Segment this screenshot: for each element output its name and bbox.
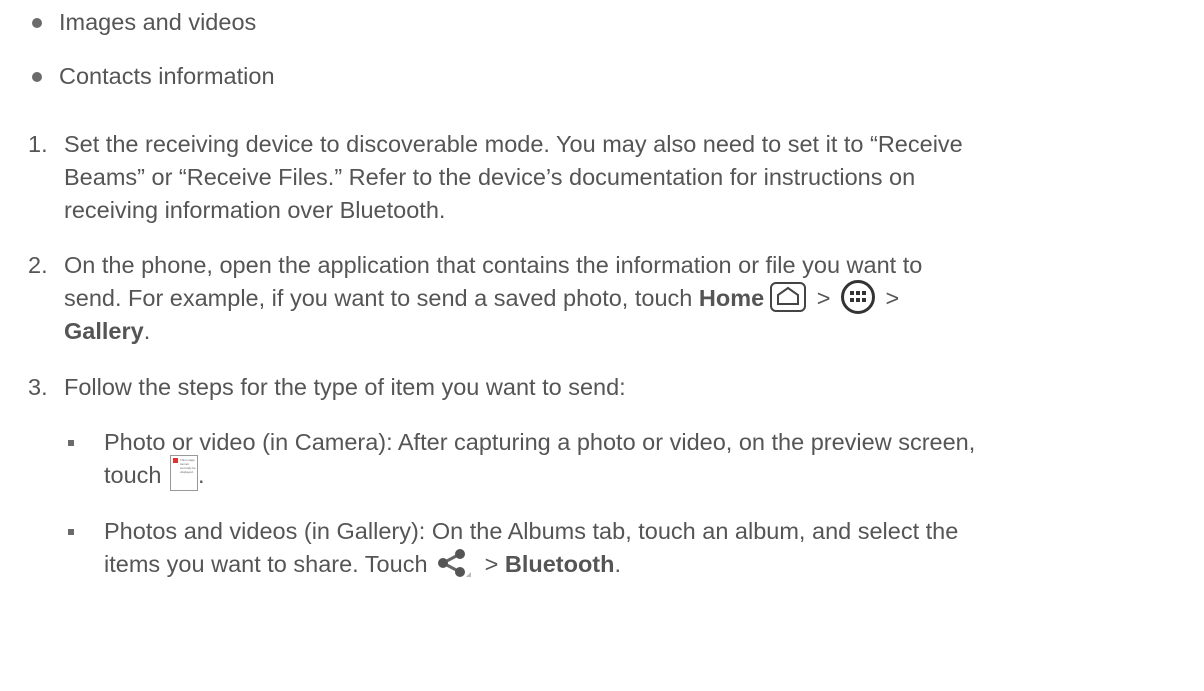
square-bullet xyxy=(68,529,74,535)
substep-line: Photos and videos (in Gallery): On the A… xyxy=(104,518,959,544)
separator: > xyxy=(878,285,900,311)
document-page: Images and videos Contacts information 1… xyxy=(0,0,1204,691)
placeholder-caption: This image cannot currently be displayed… xyxy=(180,458,196,474)
apps-icon xyxy=(840,279,875,314)
step-line: On the phone, open the application that … xyxy=(64,252,923,278)
step-text: send. For example, if you want to send a… xyxy=(64,285,699,311)
square-bullet xyxy=(68,440,74,446)
step-line: Set the receiving device to discoverable… xyxy=(64,131,963,157)
step-line: Follow the steps for the type of item yo… xyxy=(64,374,626,400)
punctuation: . xyxy=(198,462,205,489)
gallery-label: Gallery xyxy=(64,318,144,344)
bullet-dot xyxy=(32,18,42,28)
step-number: 2. xyxy=(28,252,48,278)
step-line: receiving information over Bluetooth. xyxy=(64,197,446,223)
substep-line: items you want to share. Touch > Bluetoo… xyxy=(104,548,621,581)
home-icon xyxy=(770,281,807,312)
bullet-item: Contacts information xyxy=(59,63,275,89)
step-line: Gallery. xyxy=(64,315,150,348)
step-line: send. For example, if you want to send a… xyxy=(64,279,900,317)
image-placeholder-icon: This image cannot currently be displayed… xyxy=(170,455,199,491)
substep-text: touch xyxy=(104,462,169,489)
home-label: Home xyxy=(698,285,765,311)
bullet-dot xyxy=(32,72,42,82)
substep-line: Photo or video (in Camera): After captur… xyxy=(104,429,976,455)
share-icon xyxy=(436,548,472,578)
separator: > xyxy=(810,285,837,311)
punctuation: . xyxy=(614,551,622,577)
separator: > xyxy=(478,551,505,577)
step-number: 1. xyxy=(28,131,48,157)
substep-text: items you want to share. Touch xyxy=(104,551,435,577)
punctuation: . xyxy=(143,318,151,344)
bluetooth-label: Bluetooth xyxy=(504,551,615,577)
step-number: 3. xyxy=(28,374,48,400)
bullet-item: Images and videos xyxy=(59,9,257,35)
substep-line: touch This image cannot currently be dis… xyxy=(104,455,205,495)
step-line: Beams” or “Receive Files.” Refer to the … xyxy=(64,164,916,190)
